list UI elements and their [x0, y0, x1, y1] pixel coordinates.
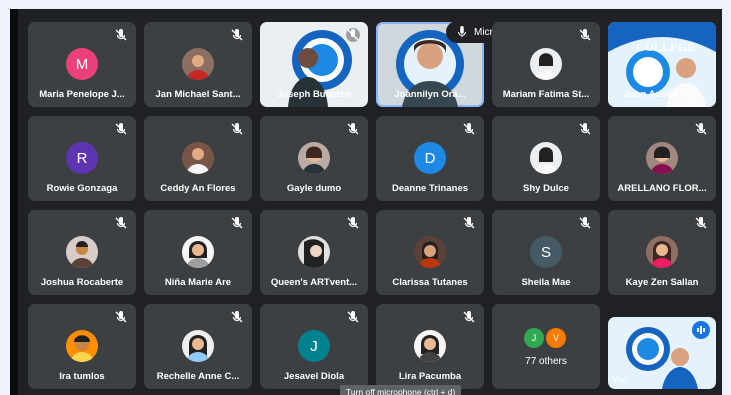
participant-tile[interactable]: Clarissa Tutanes — [376, 210, 484, 295]
avatar: J — [524, 328, 544, 348]
participant-name: Rowie Gonzaga — [46, 183, 118, 194]
participant-name: Joshua Rocaberte — [40, 277, 124, 288]
participant-name: Niña Marie Are — [164, 277, 232, 288]
participant-name: Rechelle Anne C... — [156, 371, 240, 382]
participant-tile[interactable]: R Rowie Gonzaga — [28, 116, 136, 201]
participant-name: Jan Michael Sant... — [155, 89, 241, 100]
participant-name: Deanne Trinanes — [391, 183, 469, 194]
participant-tile[interactable]: D Deanne Trinanes — [376, 116, 484, 201]
avatar — [298, 142, 330, 174]
self-tile[interactable]: You — [608, 317, 716, 389]
participant-tile[interactable]: Lira Pacumba — [376, 304, 484, 389]
mic-off-icon — [115, 123, 127, 135]
avatar: V — [546, 328, 566, 348]
mic-off-icon — [347, 311, 359, 323]
participant-tile[interactable]: ONE CAINTA COLLEGE John Austin Fu... — [608, 22, 716, 107]
mic-off-icon — [579, 123, 591, 135]
mic-off-icon — [231, 311, 243, 323]
mic-off-icon — [231, 217, 243, 229]
avatar — [530, 142, 562, 174]
participant-tile[interactable]: Niña Marie Are — [144, 210, 252, 295]
mic-off-icon — [463, 311, 475, 323]
others-count: 77 others — [525, 356, 567, 367]
participant-tile[interactable]: Joseph Buenten — [260, 22, 368, 107]
avatar — [414, 236, 446, 268]
mic-off-icon — [695, 217, 707, 229]
avatar — [298, 236, 330, 268]
participant-name: Jesavel Diola — [283, 371, 345, 382]
mic-off-icon — [115, 217, 127, 229]
participant-name: Gayle dumo — [286, 183, 342, 194]
avatar — [182, 330, 214, 362]
avatar: D — [414, 142, 446, 174]
participant-tile[interactable]: Joshua Rocaberte — [28, 210, 136, 295]
participant-name: Shy Dulce — [523, 183, 569, 194]
mic-off-icon — [115, 311, 127, 323]
avatar — [182, 236, 214, 268]
participant-name: Maria Penelope J... — [39, 89, 125, 100]
avatar: J — [298, 330, 330, 362]
avatar — [182, 142, 214, 174]
avatar — [66, 236, 98, 268]
mic-off-icon — [115, 29, 127, 41]
avatar — [66, 330, 98, 362]
microphone-icon — [458, 26, 466, 38]
avatar — [646, 236, 678, 268]
avatar — [646, 142, 678, 174]
participant-tile[interactable]: Rechelle Anne C... — [144, 304, 252, 389]
participant-tile[interactable]: Ira tumlos — [28, 304, 136, 389]
participant-tile[interactable]: Mariam Fatima St... — [492, 22, 600, 107]
participant-name: ARELLANO FLOR... — [617, 183, 707, 194]
participant-name: John Austin Fu... — [623, 89, 701, 100]
mic-off-icon — [347, 123, 359, 135]
participant-tile[interactable]: Ceddy An Flores — [144, 116, 252, 201]
left-edge — [10, 9, 18, 395]
avatar: M — [66, 48, 98, 80]
mic-off-icon — [579, 29, 591, 41]
mic-off-icon — [231, 123, 243, 135]
avatar — [530, 48, 562, 80]
mic-off-icon — [347, 217, 359, 229]
participant-name: Lira Pacumba — [398, 371, 462, 382]
participant-name: Ceddy An Flores — [160, 183, 236, 194]
mic-off-icon — [579, 217, 591, 229]
participant-name: Queen's ARTvent... — [270, 277, 358, 288]
participant-name: Clarissa Tutanes — [392, 277, 468, 288]
mic-off-icon — [463, 123, 475, 135]
banner-line-1: ONE CAINTA — [616, 26, 692, 40]
banner-line-2: COLLEGE — [636, 40, 696, 54]
participant-tile[interactable]: Gayle dumo — [260, 116, 368, 201]
participant-tile[interactable]: Kaye Zen Sallan — [608, 210, 716, 295]
avatar: R — [66, 142, 98, 174]
participant-tile[interactable]: Shy Dulce — [492, 116, 600, 201]
audio-level-icon — [692, 321, 710, 339]
avatar: S — [530, 236, 562, 268]
participant-name: You — [612, 375, 629, 386]
mic-off-icon — [346, 28, 360, 42]
avatar — [182, 48, 214, 80]
participant-tile[interactable]: M Maria Penelope J... — [28, 22, 136, 107]
avatar — [414, 330, 446, 362]
participant-name: Joannilyn Ora... — [394, 89, 466, 100]
mic-off-icon — [231, 29, 243, 41]
participant-name: Ira tumlos — [59, 371, 105, 382]
participant-name: Mariam Fatima St... — [502, 89, 590, 100]
keyboard-hint-tooltip: Turn off microphone (ctrl + d) — [340, 385, 462, 395]
meeting-grid: M Maria Penelope J... Jan Michael Sant..… — [10, 9, 722, 395]
participant-tile[interactable]: ARELLANO FLOR... — [608, 116, 716, 201]
mic-off-icon — [463, 217, 475, 229]
participant-name: Joseph Buenten — [277, 89, 351, 100]
participant-name: Sheila Mae — [521, 277, 571, 288]
participant-tile[interactable]: Jan Michael Sant... — [144, 22, 252, 107]
participant-tile[interactable]: S Sheila Mae — [492, 210, 600, 295]
mic-off-icon — [695, 123, 707, 135]
others-tile[interactable]: J V 77 others — [492, 304, 600, 389]
participant-tile[interactable]: J Jesavel Diola — [260, 304, 368, 389]
participant-name: Kaye Zen Sallan — [625, 277, 699, 288]
participant-tile[interactable]: Queen's ARTvent... — [260, 210, 368, 295]
